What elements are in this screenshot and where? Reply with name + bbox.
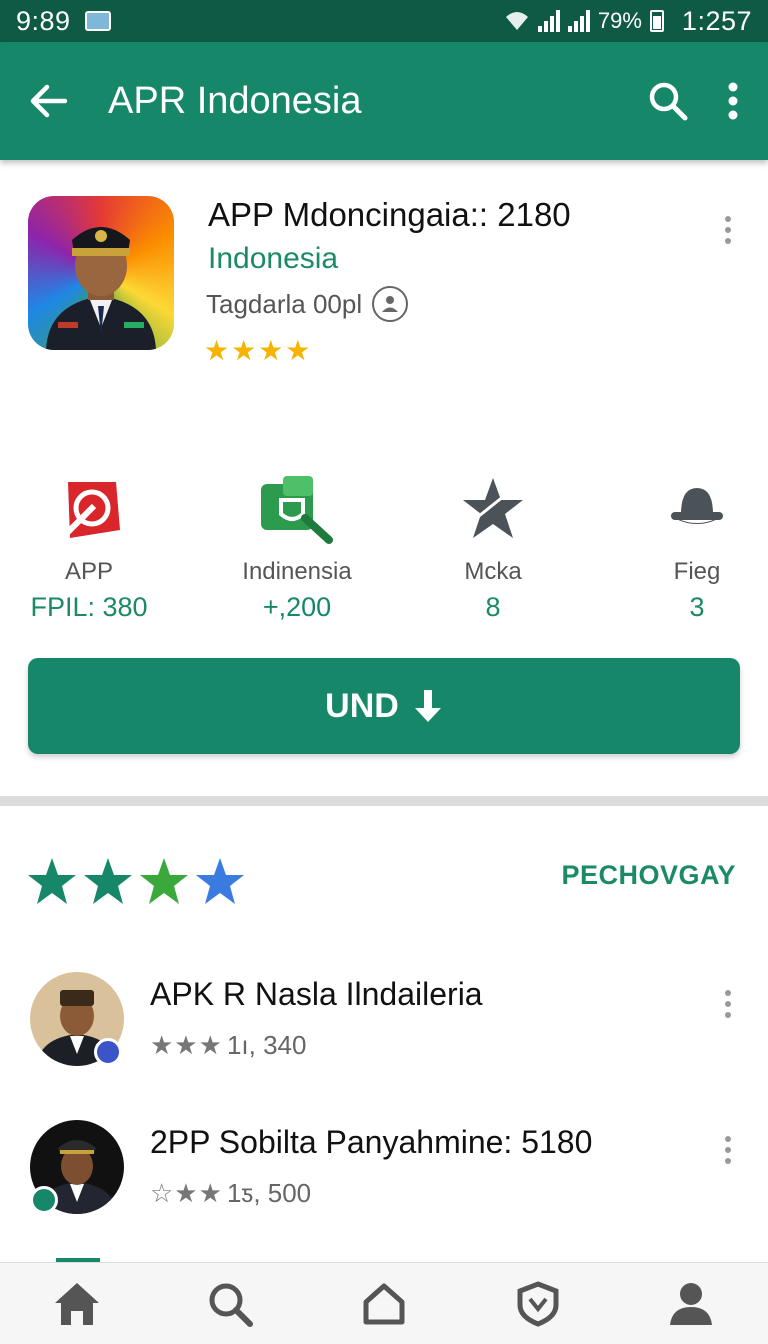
app-rating-stars: ★★★★ — [204, 335, 313, 366]
install-button[interactable]: UND — [28, 658, 740, 754]
list-item-sub: ★★★ 1ı, 340 — [150, 1030, 306, 1061]
stat-value: +,200 — [262, 592, 332, 622]
list-item-title: APK R Nasla Ilndaileria — [150, 976, 483, 1012]
app-meta-text: Tagdarla 00pl — [206, 288, 363, 319]
nav-shield[interactable] — [508, 1274, 568, 1334]
green-tag-icon — [261, 476, 333, 544]
install-button-label: UND — [325, 686, 399, 725]
battery-icon — [649, 10, 664, 32]
search-icon[interactable] — [648, 81, 688, 121]
gallery-notification-icon — [84, 11, 111, 31]
page-title: APR Indonesia — [108, 79, 362, 122]
list-item-count: 1ƽ, 500 — [226, 1178, 312, 1208]
item-more-icon[interactable] — [722, 990, 734, 1018]
list-item-stars: ☆★★ — [150, 1178, 223, 1208]
app-meta: Tagdarla 00pl — [206, 286, 409, 322]
status-clock: 1:257 — [681, 5, 752, 36]
house-outline-icon — [363, 1283, 405, 1324]
back-arrow-icon — [30, 84, 68, 118]
star-icon[interactable] — [82, 856, 134, 906]
star-icon[interactable] — [26, 856, 78, 906]
star-icon[interactable] — [194, 856, 246, 906]
list-item-sub: ☆★★ 1ƽ, 500 — [150, 1178, 311, 1209]
stat-value: 3 — [689, 592, 705, 622]
officer-portrait-icon — [46, 227, 156, 350]
stat-label: Fieg — [673, 558, 721, 585]
stat-label: Indinensia — [242, 558, 352, 585]
stat-label: APP — [64, 558, 114, 585]
list-item[interactable]: 2PP Sobilta Panyahmine: 5180 ☆★★ 1ƽ, 500 — [0, 1120, 768, 1230]
profile-icon — [670, 1282, 713, 1325]
wifi-icon — [505, 12, 528, 30]
home-icon — [54, 1282, 99, 1325]
developer-link[interactable]: Indonesia — [208, 242, 338, 276]
verified-badge-icon — [94, 1038, 122, 1066]
nav-home[interactable] — [47, 1274, 107, 1334]
rating-link[interactable]: PECHOVGAY — [561, 860, 736, 891]
stat-fieg: Fieg 3 — [612, 470, 768, 623]
search-icon — [209, 1283, 254, 1327]
status-badge-icon — [30, 1186, 58, 1214]
app-more-icon[interactable] — [722, 216, 734, 244]
more-vert-icon[interactable] — [728, 82, 738, 120]
red-target-icon — [61, 482, 120, 539]
bottom-nav — [0, 1262, 768, 1344]
stat-value: 8 — [485, 592, 501, 622]
nav-profile[interactable] — [661, 1274, 721, 1334]
nav-house[interactable] — [354, 1274, 414, 1334]
list-item-count: 1ı, 340 — [226, 1030, 307, 1060]
star-badge-icon — [463, 478, 523, 538]
nav-search[interactable] — [200, 1274, 260, 1334]
list-item-stars: ★★★ — [150, 1030, 223, 1060]
battery-percent: 79% — [597, 8, 642, 33]
app-icon — [28, 196, 174, 350]
hat-icon — [669, 488, 725, 524]
stat-label: Mcka — [464, 558, 522, 585]
status-bar: 9:89 79% 1:257 — [0, 0, 768, 42]
back-button[interactable] — [0, 83, 98, 119]
stat-indinensia: Indinensia +,200 — [212, 470, 382, 623]
app-bar: APR Indonesia — [0, 42, 768, 160]
stat-value: FPIL: 380 — [30, 592, 148, 622]
status-time: 9:89 — [16, 5, 71, 36]
list-item-title: 2PP Sobilta Panyahmine: 5180 — [150, 1124, 593, 1160]
star-icon[interactable] — [138, 856, 190, 906]
stat-mcka: Mcka 8 — [408, 470, 578, 623]
status-icons: 79% 1:257 — [504, 6, 752, 37]
shield-icon — [517, 1280, 559, 1327]
list-item[interactable]: APK R Nasla Ilndaileria ★★★ 1ı, 340 — [0, 972, 768, 1082]
stat-app: APP FPIL: 380 — [4, 470, 174, 623]
download-arrow-icon — [414, 690, 441, 722]
app-name: APP Mdoncingaia:: 2180 — [208, 196, 571, 233]
rating-stars[interactable] — [26, 856, 246, 906]
signal-icon-2 — [567, 10, 590, 32]
signal-icon — [537, 10, 560, 32]
user-icon — [372, 286, 409, 322]
section-divider — [0, 796, 768, 806]
item-more-icon[interactable] — [722, 1136, 734, 1164]
